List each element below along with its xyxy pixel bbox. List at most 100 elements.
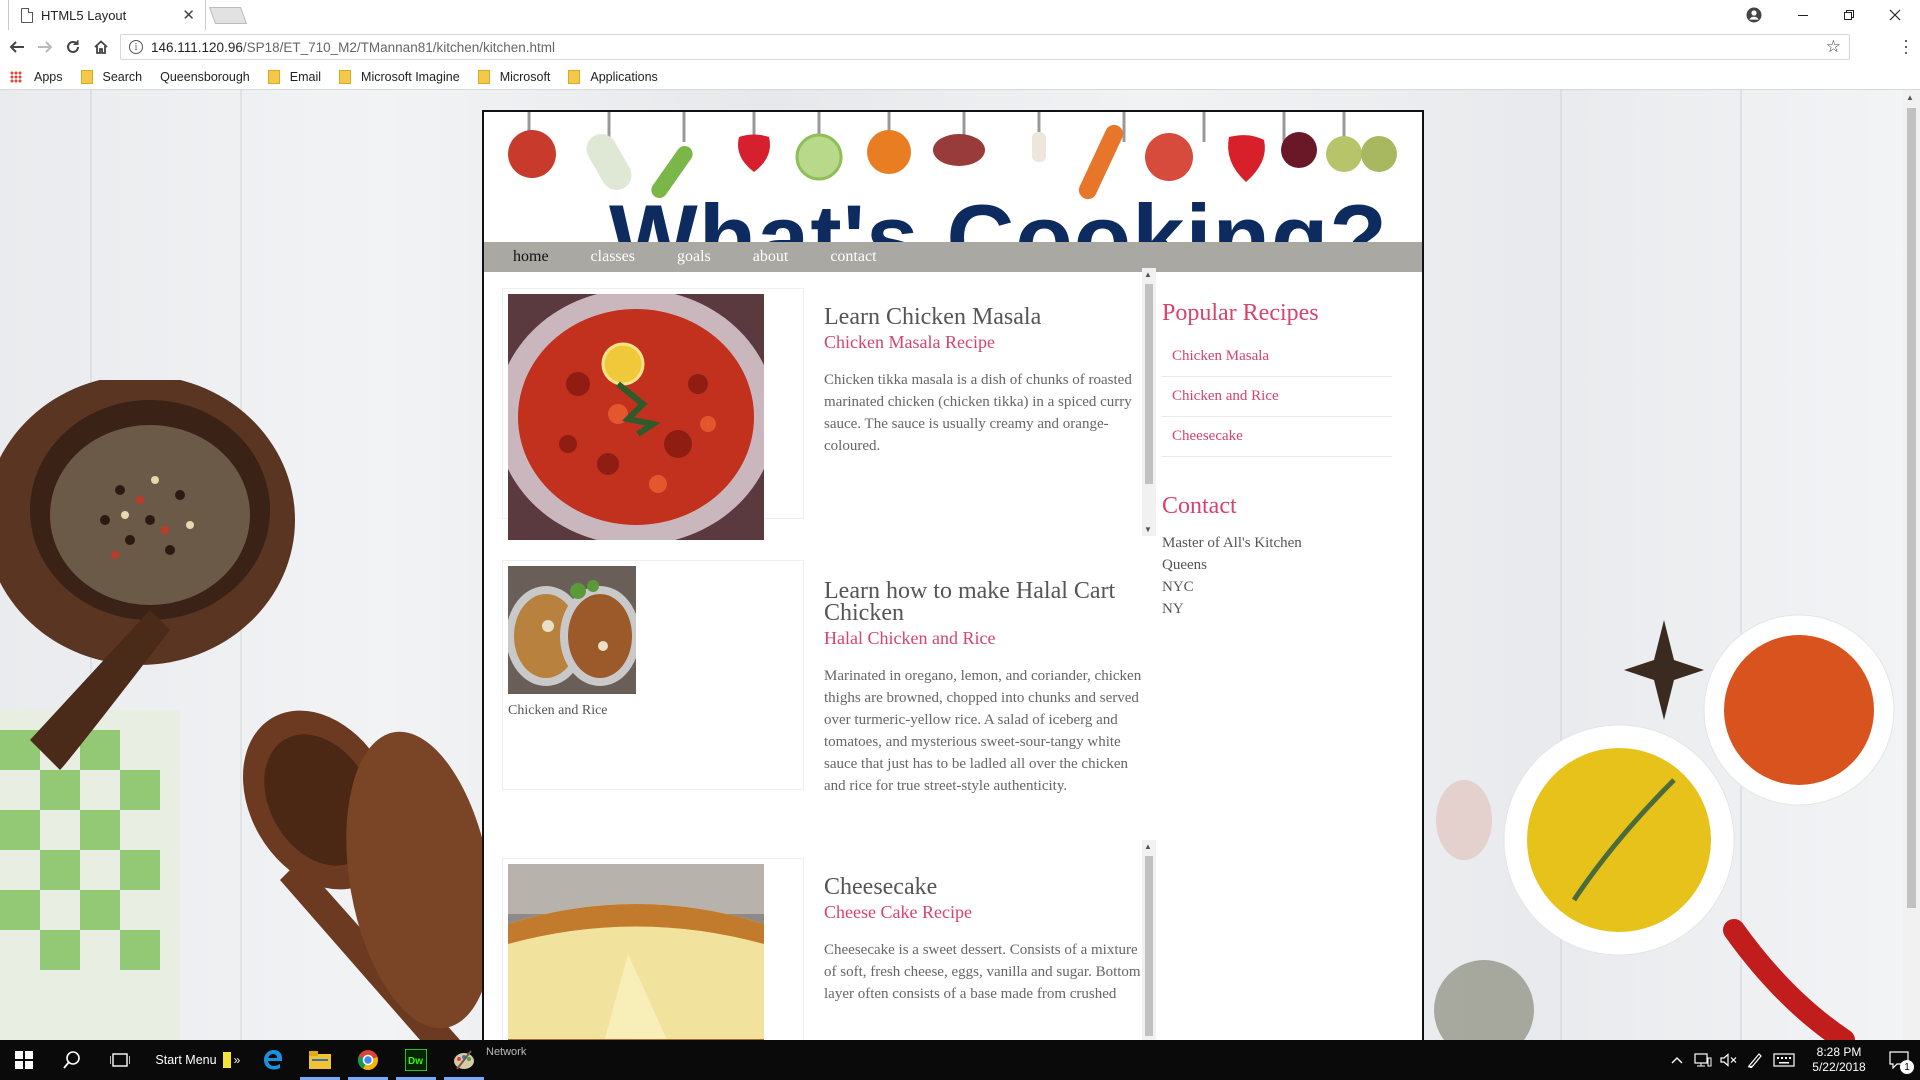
- article-image-frame: Chicken and Rice: [502, 560, 804, 790]
- file-explorer-icon[interactable]: [296, 1040, 344, 1080]
- keyboard-icon[interactable]: [1768, 1040, 1800, 1080]
- page-scrollbar[interactable]: ▲: [1903, 90, 1920, 1040]
- new-tab-button[interactable]: [208, 7, 248, 24]
- folder-icon: [267, 69, 280, 84]
- scroll-down-icon[interactable]: ▼: [1144, 525, 1152, 534]
- bookmark-applications[interactable]: Applications: [568, 69, 658, 84]
- close-window-icon[interactable]: [1872, 0, 1918, 30]
- article-scrollbar[interactable]: ▲ ▼: [1142, 268, 1156, 536]
- site-banner-title: What's Cooking?: [609, 185, 1388, 242]
- browser-menu-icon[interactable]: · · ·: [1898, 31, 1914, 61]
- sidebar-item-chicken-masala[interactable]: Chicken Masala: [1162, 337, 1392, 377]
- spice-bowls-decor: [1434, 614, 1895, 1040]
- bookmarks-bar: Apps Search Queensborough Email Microsof…: [0, 64, 1920, 90]
- scroll-up-icon[interactable]: ▲: [1144, 270, 1152, 279]
- bookmark-search[interactable]: Search: [80, 69, 143, 84]
- nav-classes[interactable]: classes: [591, 248, 635, 266]
- bookmark-label: Email: [289, 69, 322, 84]
- task-view-icon[interactable]: [96, 1040, 144, 1080]
- tab-close-icon[interactable]: ✕: [182, 6, 195, 24]
- start-menu-button[interactable]: Start Menu: [146, 1040, 226, 1080]
- page-scroll-thumb[interactable]: [1907, 108, 1916, 908]
- back-arrow-icon[interactable]: [5, 36, 29, 58]
- nav-home[interactable]: home: [513, 248, 549, 266]
- chicken-masala-photo: [508, 294, 764, 540]
- apps-grid-icon: [10, 70, 22, 83]
- article-body: Cheesecake is a sweet dessert. Consists …: [824, 942, 1141, 1002]
- svg-text:Dw: Dw: [408, 1056, 423, 1067]
- windows-taskbar: Start Menu » Dw Network 8:28 PM 5/22/201…: [0, 1040, 1920, 1080]
- paint-app-icon[interactable]: [440, 1040, 488, 1080]
- site-container: What's Cooking? home classes goals about…: [482, 110, 1424, 1040]
- browser-tab[interactable]: HTML5 Layout ✕: [8, 0, 206, 30]
- article-body: Marinated in oregano, lemon, and coriand…: [824, 668, 1142, 794]
- contact-line: NYC: [1162, 579, 1194, 595]
- contact-heading: Contact: [1162, 493, 1237, 519]
- clock[interactable]: 8:28 PM 5/22/2018: [1800, 1040, 1878, 1080]
- browser-titlebar: HTML5 Layout ✕: [0, 0, 1920, 30]
- restore-icon[interactable]: [1826, 0, 1872, 30]
- bookmark-label: Microsoft: [499, 69, 551, 84]
- scroll-up-icon[interactable]: ▲: [1906, 93, 1914, 102]
- nav-about[interactable]: about: [753, 248, 789, 266]
- sidebar-item-chicken-and-rice[interactable]: Chicken and Rice: [1162, 377, 1392, 417]
- article-image-frame: [502, 288, 804, 540]
- site-navbar: home classes goals about contact: [484, 242, 1422, 272]
- tab-title: HTML5 Layout: [41, 7, 127, 23]
- action-center-icon[interactable]: 1: [1878, 1040, 1920, 1080]
- dreamweaver-icon[interactable]: Dw: [392, 1040, 440, 1080]
- folder-icon: [477, 69, 490, 84]
- search-icon[interactable]: [48, 1040, 96, 1080]
- contact-line: NY: [1162, 601, 1184, 617]
- bookmark-queensborough[interactable]: Queensborough: [160, 70, 250, 84]
- profile-icon[interactable]: [1731, 0, 1777, 30]
- minimize-icon[interactable]: [1780, 0, 1826, 30]
- bookmark-label: Microsoft Imagine: [361, 69, 460, 84]
- article-scrollbar[interactable]: ▲: [1142, 840, 1156, 1040]
- browser-toolbar: i 146.111.120.96/SP18/ET_710_M2/TMannan8…: [0, 30, 1920, 64]
- nav-goals[interactable]: goals: [677, 248, 711, 266]
- reload-icon[interactable]: [61, 36, 85, 58]
- overflow-chevron-icon[interactable]: »: [230, 1040, 244, 1080]
- bookmark-star-icon[interactable]: ☆: [1826, 37, 1841, 57]
- mortar-pestle-decor: [0, 380, 482, 1040]
- bookmark-apps[interactable]: Apps: [10, 70, 63, 84]
- address-bar[interactable]: i 146.111.120.96/SP18/ET_710_M2/TMannan8…: [120, 34, 1850, 60]
- edge-browser-icon[interactable]: [248, 1040, 296, 1080]
- article-subtitle-link[interactable]: Cheese Cake Recipe: [824, 902, 1144, 923]
- sidebar-item-cheesecake[interactable]: Cheesecake: [1162, 417, 1392, 457]
- article-title: Cheesecake: [824, 874, 938, 900]
- scroll-up-icon[interactable]: ▲: [1144, 842, 1152, 851]
- volume-muted-icon[interactable]: [1716, 1040, 1742, 1080]
- bookmark-microsoft-imagine[interactable]: Microsoft Imagine: [339, 69, 460, 84]
- bookmark-label: Apps: [34, 69, 63, 84]
- contact-line: Queens: [1162, 557, 1207, 573]
- bookmark-label: Queensborough: [160, 69, 250, 84]
- bookmark-email[interactable]: Email: [267, 69, 322, 84]
- system-tray: 8:28 PM 5/22/2018 1: [1664, 1040, 1920, 1080]
- notification-count-badge: 1: [1900, 1060, 1914, 1074]
- page-viewport: ▲ What's Cooking? home classes goals abo…: [0, 90, 1920, 1040]
- article-scroll-thumb[interactable]: [1145, 284, 1153, 484]
- info-icon[interactable]: i: [129, 40, 143, 54]
- windows-start-icon[interactable]: [0, 1040, 48, 1080]
- article-subtitle-link[interactable]: Chicken Masala Recipe: [824, 332, 1144, 353]
- article-subtitle-link[interactable]: Halal Chicken and Rice: [824, 628, 1144, 649]
- forward-arrow-icon[interactable]: [33, 36, 57, 58]
- network-icon[interactable]: [1690, 1040, 1716, 1080]
- pen-ink-icon[interactable]: [1742, 1040, 1768, 1080]
- url-host: 146.111.120.96: [151, 39, 243, 55]
- article-scroll-thumb[interactable]: [1145, 856, 1153, 1036]
- nav-contact[interactable]: contact: [830, 248, 876, 266]
- halal-chicken-photo: [508, 566, 636, 694]
- bookmark-microsoft[interactable]: Microsoft: [477, 69, 551, 84]
- network-tooltip: Network: [486, 1032, 556, 1072]
- popular-recipes-list: Chicken Masala Chicken and Rice Cheeseca…: [1162, 337, 1392, 457]
- chrome-icon[interactable]: [344, 1040, 392, 1080]
- bookmark-label: Search: [102, 69, 143, 84]
- image-caption: Chicken and Rice: [508, 703, 608, 718]
- article-text: Cheesecake Cheese Cake Recipe Cheesecake…: [824, 874, 1144, 1005]
- tray-chevron-up-icon[interactable]: [1664, 1040, 1690, 1080]
- folder-icon: [568, 69, 581, 84]
- home-icon[interactable]: [89, 36, 113, 58]
